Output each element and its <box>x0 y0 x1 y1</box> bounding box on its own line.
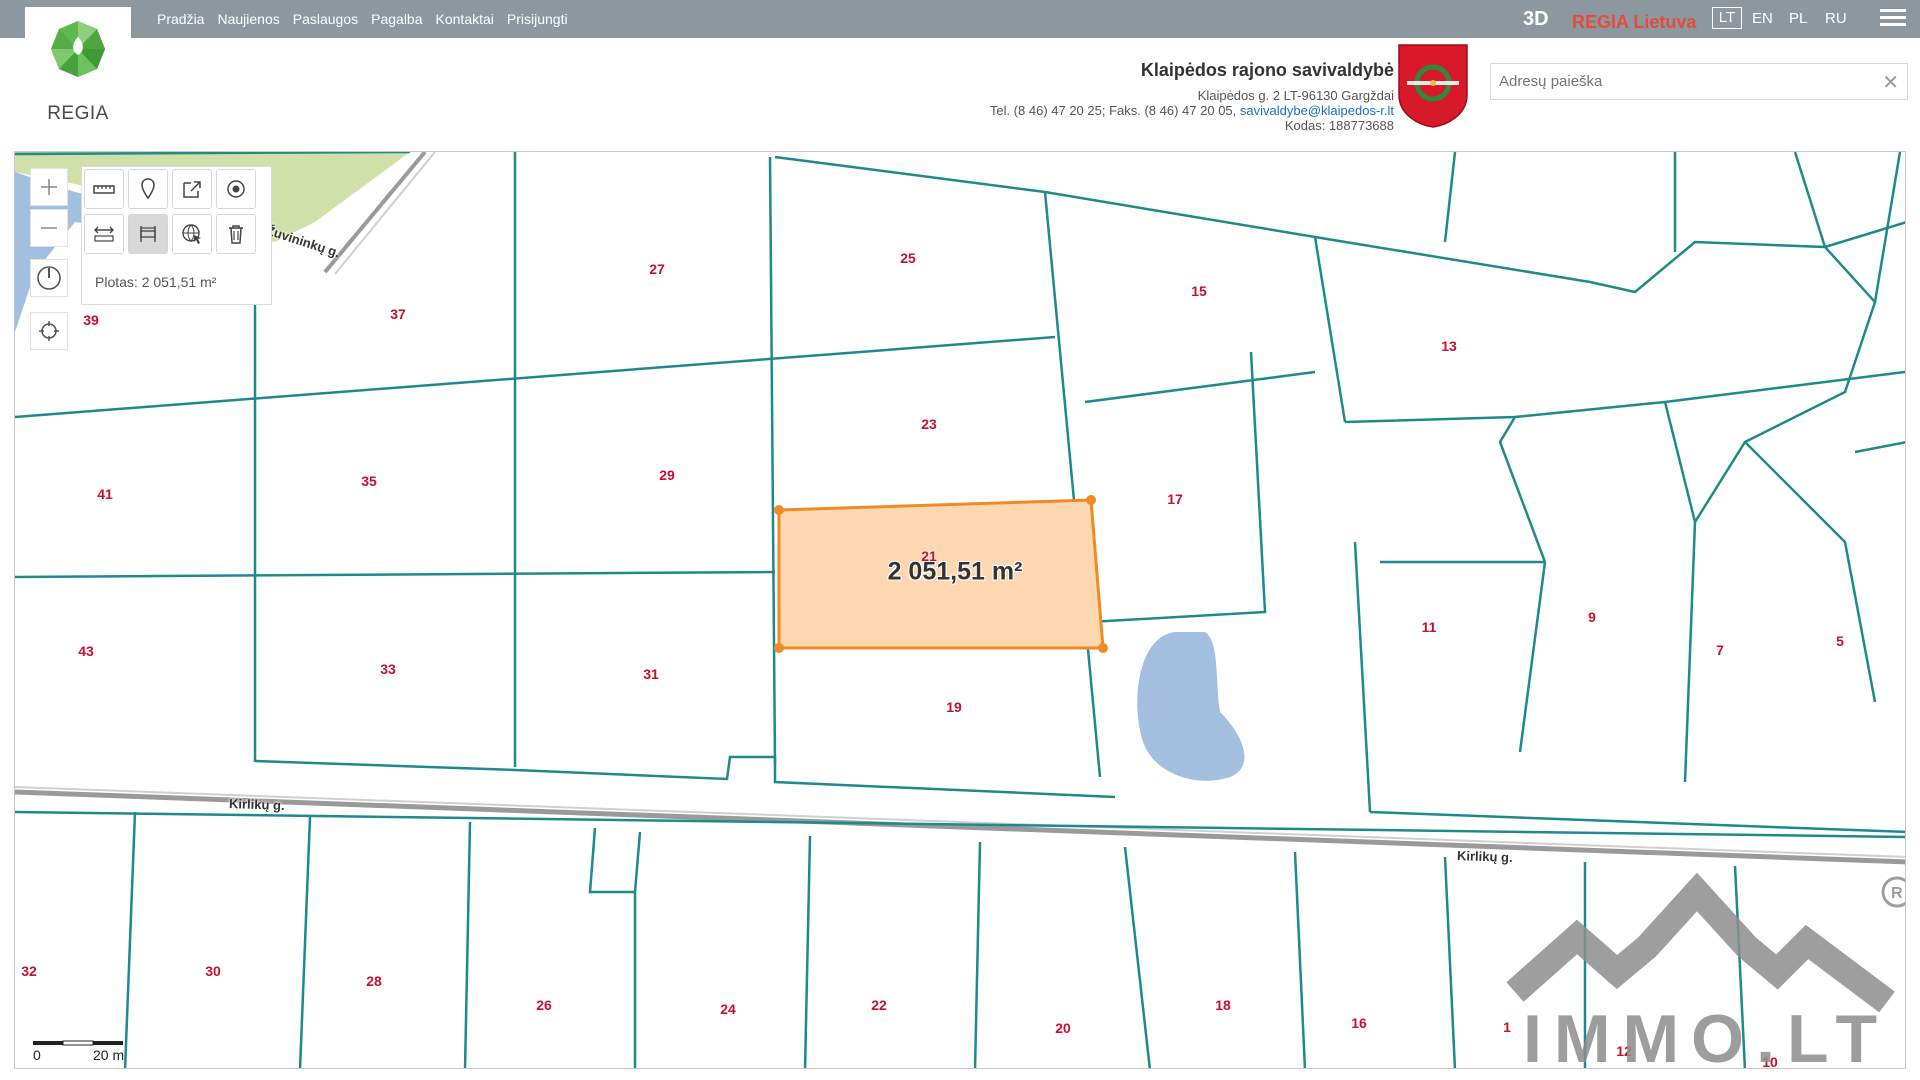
municipality-code: Kodas: 188773688 <box>1284 118 1394 133</box>
close-icon[interactable]: ✕ <box>1882 70 1899 95</box>
plot-label: 24 <box>720 1001 736 1017</box>
measure-area-icon <box>140 226 156 242</box>
municipality-title: Klaipėdos rajono savivaldybė <box>1140 60 1394 80</box>
measure-distance-tool[interactable] <box>84 169 124 209</box>
plot-label: 27 <box>649 261 665 277</box>
locate-me-button[interactable] <box>30 312 68 350</box>
plot-label: 7 <box>1716 642 1724 658</box>
top-bar: Pradžia Naujienos Paslaugos Pagalba Kont… <box>0 0 1920 38</box>
plot-label: 31 <box>643 666 659 682</box>
plot-label: 39 <box>83 312 99 328</box>
plot-label: 22 <box>871 997 887 1013</box>
street-kirliku <box>15 789 1905 865</box>
plot-label: 37 <box>390 306 406 322</box>
logo-text: REGIA <box>47 103 109 124</box>
plot-label: 17 <box>1167 491 1183 507</box>
coat-of-arms-icon <box>1398 44 1468 128</box>
regia-logo-icon <box>51 21 105 77</box>
target-icon <box>227 180 245 198</box>
lang-lt[interactable]: LT <box>1712 7 1742 29</box>
measure-line-tool[interactable] <box>84 214 124 254</box>
plus-icon <box>41 179 57 195</box>
address-search: ✕ <box>1490 63 1908 100</box>
share-tool[interactable] <box>172 169 212 209</box>
plot-label: 9 <box>1588 609 1596 625</box>
3d-button[interactable]: 3D <box>1523 8 1549 31</box>
plot-label: 23 <box>921 416 937 432</box>
plot-label: 33 <box>380 661 396 677</box>
plot-label: 25 <box>900 250 916 266</box>
municipality-contact: Tel. (8 46) 47 20 25; Faks. (8 46) 47 20… <box>990 103 1394 118</box>
globe-cursor-icon <box>182 224 201 244</box>
plot-label: 41 <box>97 486 113 502</box>
nav-news[interactable]: Naujienos <box>217 11 279 27</box>
plot-label: 28 <box>366 973 382 989</box>
street-label: Kirlikų g. <box>228 796 285 813</box>
main-nav: Pradžia Naujienos Paslaugos Pagalba Kont… <box>157 0 568 38</box>
lang-en[interactable]: EN <box>1752 10 1773 27</box>
plot-label: 32 <box>21 963 37 979</box>
svg-text:R: R <box>1891 885 1903 902</box>
nav-home[interactable]: Pradžia <box>157 11 204 27</box>
lang-pl[interactable]: PL <box>1789 10 1807 27</box>
map-pin-icon <box>141 178 155 200</box>
regia-lietuva-link[interactable]: REGIA Lietuva <box>1572 12 1696 33</box>
map-view[interactable]: 25 27 15 13 37 39 23 41 35 29 17 21 43 3… <box>14 151 1906 1069</box>
pond <box>1137 632 1245 781</box>
plot-label: 30 <box>205 963 221 979</box>
nav-login[interactable]: Prisijungti <box>507 11 568 27</box>
plot-label: 19 <box>946 699 962 715</box>
address-search-input[interactable] <box>1491 64 1871 99</box>
regia-logo[interactable]: REGIA <box>25 7 131 127</box>
minus-icon <box>41 227 57 229</box>
compass-icon <box>37 266 61 290</box>
compass-button[interactable] <box>30 259 68 297</box>
share-icon <box>183 181 201 198</box>
marker-tool[interactable] <box>128 169 168 209</box>
street-label: Kirlikų g. <box>1456 848 1513 865</box>
nav-services[interactable]: Paslaugos <box>293 11 358 27</box>
hamburger-menu-icon[interactable] <box>1880 9 1906 29</box>
clear-measure-button[interactable] <box>216 214 256 254</box>
nav-contacts[interactable]: Kontaktai <box>436 11 494 27</box>
plot-label: 35 <box>361 473 377 489</box>
plot-label: 16 <box>1351 1015 1367 1031</box>
lang-ru[interactable]: RU <box>1825 10 1847 27</box>
plot-label: 5 <box>1836 633 1844 649</box>
scale-start-label: 0 <box>33 1047 41 1063</box>
measure-line-icon <box>94 226 114 242</box>
municipality-address: Klaipėdos g. 2 LT-96130 Gargždai <box>1197 88 1394 103</box>
measure-area-label: 2 051,51 m² <box>887 557 1023 586</box>
measure-area-tool[interactable] <box>128 214 168 254</box>
contact-phones: Tel. (8 46) 47 20 25; Faks. (8 46) 47 20… <box>989 103 1240 118</box>
area-readout: Plotas: 2 051,51 m² <box>95 274 217 290</box>
zoom-in-button[interactable] <box>30 168 68 206</box>
plot-label: 13 <box>1441 338 1457 354</box>
ruler-icon <box>93 185 115 194</box>
plot-label: 11 <box>1421 619 1437 635</box>
plot-label: 29 <box>659 467 675 483</box>
zoom-out-button[interactable] <box>30 209 68 247</box>
plot-label: 26 <box>536 997 552 1013</box>
email-link[interactable]: savivaldybe@klaipedos-r.lt <box>1240 103 1394 118</box>
plot-label: 15 <box>1191 283 1207 299</box>
crosshair-icon <box>39 321 59 341</box>
plot-label: 18 <box>1215 997 1231 1013</box>
plot-label: 20 <box>1055 1020 1071 1036</box>
plot-label: 43 <box>78 643 94 659</box>
nav-help[interactable]: Pagalba <box>371 11 422 27</box>
watermark-text: IMMO.LT <box>1523 1001 1889 1069</box>
scale-end-label: 20 m <box>93 1047 125 1063</box>
select-parcel-tool[interactable] <box>172 214 212 254</box>
location-tool[interactable] <box>216 169 256 209</box>
trash-icon <box>229 225 243 244</box>
